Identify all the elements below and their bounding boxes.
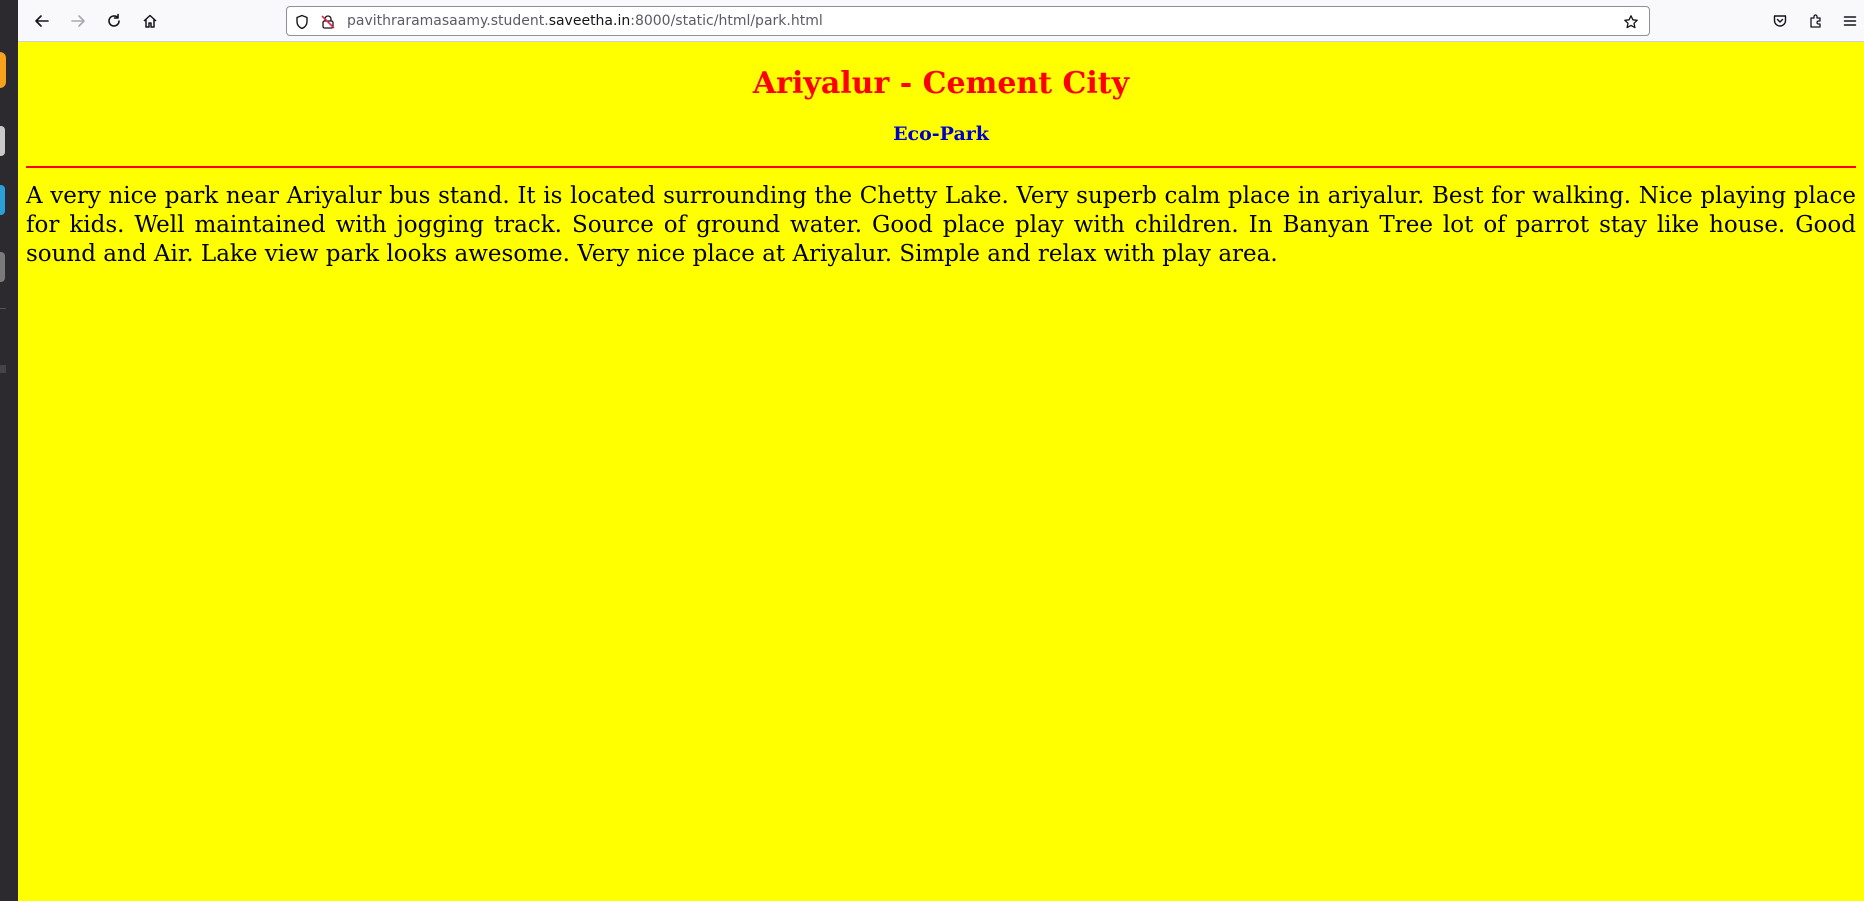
screen: pavithraramasaamy.student.saveetha.in:80… — [0, 0, 1864, 901]
page-title: Ariyalur - Cement City — [752, 66, 1130, 101]
dock-app-icon[interactable] — [0, 185, 5, 215]
address-bar[interactable]: pavithraramasaamy.student.saveetha.in:80… — [286, 6, 1650, 36]
home-icon[interactable] — [138, 9, 162, 33]
description-paragraph: A very nice park near Ariyalur bus stand… — [26, 183, 1856, 267]
pocket-icon[interactable] — [1768, 9, 1792, 33]
reload-icon[interactable] — [102, 9, 126, 33]
insecure-lock-icon[interactable] — [319, 13, 337, 31]
dock-app-icon[interactable] — [0, 52, 6, 88]
horizontal-rule — [26, 166, 1856, 168]
page-subtitle: Eco-Park — [893, 123, 989, 145]
url-domain: saveetha.in — [548, 13, 631, 29]
hamburger-menu-icon[interactable] — [1838, 9, 1862, 33]
dock-separator — [0, 365, 6, 373]
star-icon[interactable] — [1622, 13, 1640, 31]
forward-arrow-icon[interactable] — [66, 9, 90, 33]
url-suffix: :8000/static/html/park.html — [630, 13, 823, 29]
shield-icon[interactable] — [293, 13, 311, 31]
url-prefix: pavithraramasaamy.student. — [347, 13, 549, 29]
browser-toolbar: pavithraramasaamy.student.saveetha.in:80… — [18, 0, 1864, 42]
dock-separator — [0, 308, 6, 309]
desktop-dock — [0, 0, 18, 901]
web-page: Ariyalur - Cement City Eco-Park A very n… — [18, 42, 1864, 901]
back-arrow-icon[interactable] — [30, 9, 54, 33]
dock-app-icon[interactable] — [0, 252, 5, 282]
url-text[interactable]: pavithraramasaamy.student.saveetha.in:80… — [347, 13, 823, 29]
dock-app-icon[interactable] — [0, 126, 5, 156]
extensions-icon[interactable] — [1804, 9, 1828, 33]
